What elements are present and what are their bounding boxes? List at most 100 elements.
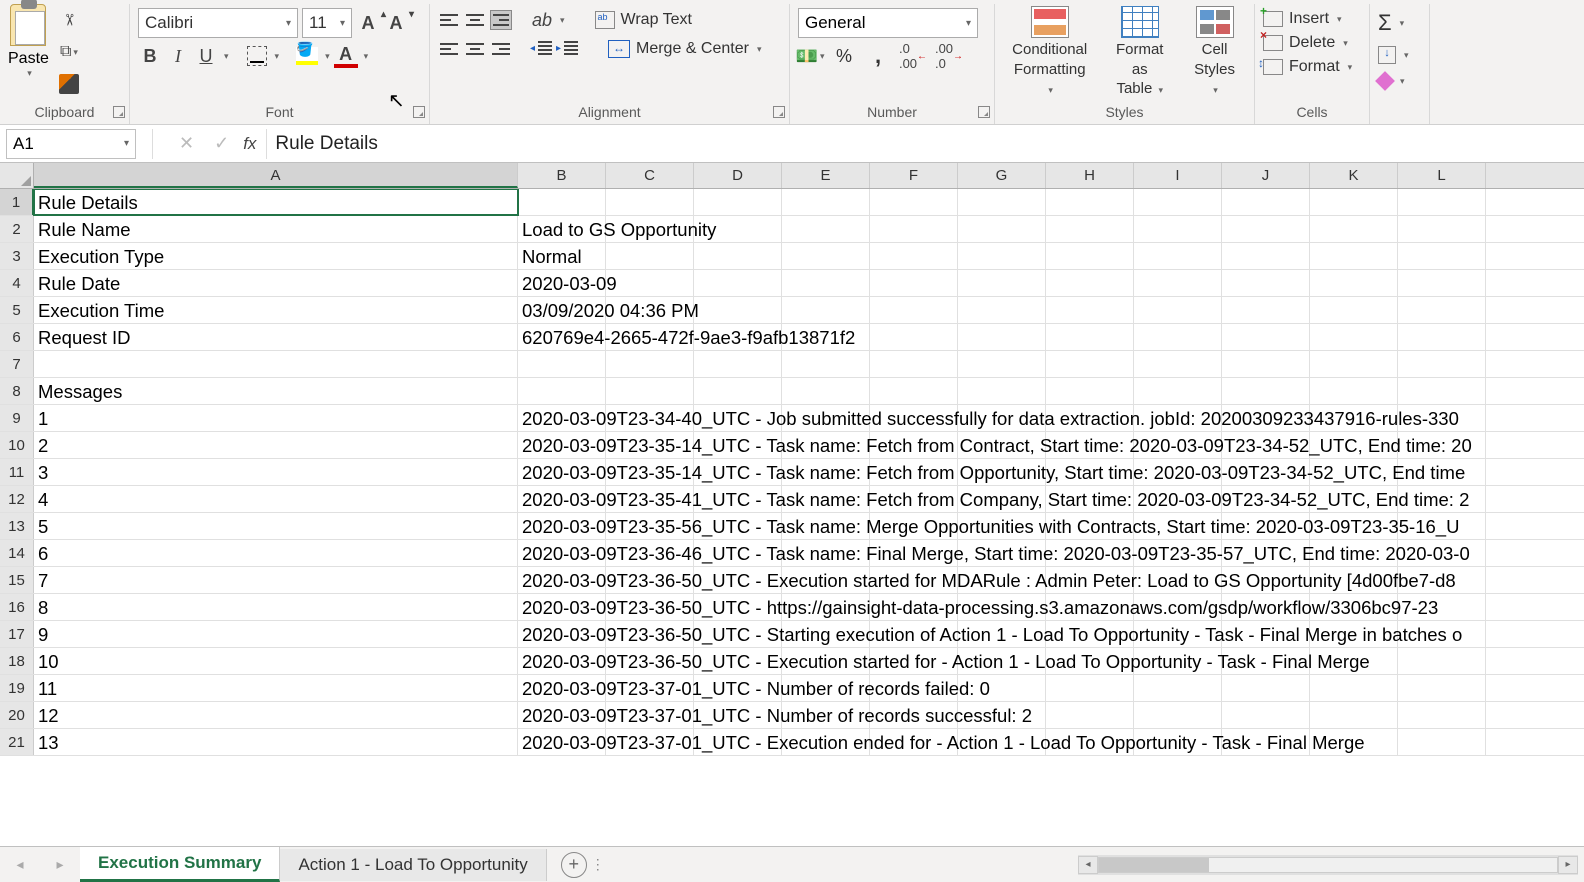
cell-F3[interactable] <box>870 243 958 269</box>
row-header-12[interactable]: 12 <box>0 486 34 512</box>
cell-J3[interactable] <box>1222 243 1310 269</box>
cell-C3[interactable] <box>606 243 694 269</box>
cell-I4[interactable] <box>1134 270 1222 296</box>
sheet-tab-active[interactable]: Execution Summary <box>80 847 280 882</box>
cell-B3[interactable]: Normal <box>518 243 606 269</box>
decrease-font-button[interactable]: A <box>384 11 408 35</box>
delete-cells-button[interactable]: Delete ▾ <box>1263 32 1361 54</box>
row-header-21[interactable]: 21 <box>0 729 34 755</box>
cell-F6[interactable] <box>870 324 958 350</box>
cell-J5[interactable] <box>1222 297 1310 323</box>
cut-button[interactable]: ✂ <box>57 8 81 32</box>
cell-A6[interactable]: Request ID <box>34 324 518 350</box>
align-left-button[interactable] <box>438 39 460 59</box>
cell-B16[interactable]: 2020-03-09T23-36-50_UTC - https://gainsi… <box>518 594 606 620</box>
cell-I20[interactable] <box>1134 702 1222 728</box>
align-bottom-button[interactable] <box>490 10 512 30</box>
cell-G4[interactable] <box>958 270 1046 296</box>
chevron-down-icon[interactable]: ▾ <box>325 51 330 62</box>
cell-A18[interactable]: 10 <box>34 648 518 674</box>
align-center-button[interactable] <box>464 39 486 59</box>
fx-button[interactable]: fx <box>243 134 256 154</box>
column-header-B[interactable]: B <box>518 163 606 188</box>
chevron-down-icon[interactable]: ▾ <box>364 51 369 62</box>
merge-center-button[interactable]: Merge & Center ▾ <box>602 38 767 60</box>
column-header-D[interactable]: D <box>694 163 782 188</box>
row-header-2[interactable]: 2 <box>0 216 34 242</box>
cell-J20[interactable] <box>1222 702 1310 728</box>
cell-K7[interactable] <box>1310 351 1398 377</box>
select-all-corner[interactable] <box>0 163 34 188</box>
cell-B6[interactable]: 620769e4-2665-472f-9ae3-f9afb13871f2 <box>518 324 606 350</box>
cell-I1[interactable] <box>1134 189 1222 215</box>
column-header-A[interactable]: A <box>34 163 518 188</box>
increase-indent-button[interactable] <box>556 39 578 59</box>
column-header-K[interactable]: K <box>1310 163 1398 188</box>
font-name-select[interactable]: Calibri ▾ <box>138 8 298 38</box>
column-header-G[interactable]: G <box>958 163 1046 188</box>
cell-E1[interactable] <box>782 189 870 215</box>
cell-I5[interactable] <box>1134 297 1222 323</box>
row-header-17[interactable]: 17 <box>0 621 34 647</box>
cell-D1[interactable] <box>694 189 782 215</box>
cell-D7[interactable] <box>694 351 782 377</box>
bold-button[interactable]: B <box>138 44 162 68</box>
cell-J2[interactable] <box>1222 216 1310 242</box>
cell-E2[interactable] <box>782 216 870 242</box>
cell-E5[interactable] <box>782 297 870 323</box>
add-sheet-button[interactable]: + <box>561 852 587 878</box>
cell-A2[interactable]: Rule Name <box>34 216 518 242</box>
chevron-down-icon[interactable]: ▾ <box>224 51 229 62</box>
autosum-button[interactable]: Σ ▾ <box>1378 8 1421 38</box>
cell-E7[interactable] <box>782 351 870 377</box>
number-dialog-launcher[interactable] <box>978 106 990 118</box>
cell-C4[interactable] <box>606 270 694 296</box>
cell-L4[interactable] <box>1398 270 1486 296</box>
cell-A19[interactable]: 11 <box>34 675 518 701</box>
decrease-indent-button[interactable] <box>530 39 552 59</box>
fill-button[interactable]: ▾ <box>1378 44 1421 66</box>
cell-K3[interactable] <box>1310 243 1398 269</box>
italic-button[interactable]: I <box>166 44 190 68</box>
cell-J1[interactable] <box>1222 189 1310 215</box>
column-header-C[interactable]: C <box>606 163 694 188</box>
cell-D4[interactable] <box>694 270 782 296</box>
cell-F1[interactable] <box>870 189 958 215</box>
cell-B4[interactable]: 2020-03-09 <box>518 270 606 296</box>
cell-F4[interactable] <box>870 270 958 296</box>
cell-J8[interactable] <box>1222 378 1310 404</box>
row-header-18[interactable]: 18 <box>0 648 34 674</box>
cell-F8[interactable] <box>870 378 958 404</box>
row-header-19[interactable]: 19 <box>0 675 34 701</box>
cell-H19[interactable] <box>1046 675 1134 701</box>
cell-A12[interactable]: 4 <box>34 486 518 512</box>
fill-color-button[interactable] <box>295 44 319 68</box>
cancel-formula-button[interactable]: ✕ <box>179 133 194 154</box>
name-box[interactable]: A1 ▾ <box>6 129 136 159</box>
align-top-button[interactable] <box>438 10 460 30</box>
cell-K19[interactable] <box>1310 675 1398 701</box>
format-painter-button[interactable] <box>57 72 81 96</box>
row-header-15[interactable]: 15 <box>0 567 34 593</box>
cell-A1[interactable]: Rule Details <box>34 189 518 215</box>
sheet-tab-other[interactable]: Action 1 - Load To Opportunity <box>280 849 546 881</box>
tab-split-grip[interactable]: ⋮ <box>591 856 599 873</box>
row-header-11[interactable]: 11 <box>0 459 34 485</box>
cell-G8[interactable] <box>958 378 1046 404</box>
cell-B18[interactable]: 2020-03-09T23-36-50_UTC - Execution star… <box>518 648 606 674</box>
cell-L1[interactable] <box>1398 189 1486 215</box>
row-header-3[interactable]: 3 <box>0 243 34 269</box>
column-header-H[interactable]: H <box>1046 163 1134 188</box>
cell-H3[interactable] <box>1046 243 1134 269</box>
enter-formula-button[interactable]: ✓ <box>214 133 229 154</box>
cell-L20[interactable] <box>1398 702 1486 728</box>
copy-button[interactable]: ⧉▾ <box>57 40 81 64</box>
accounting-format-button[interactable]: 💵▾ <box>798 44 822 68</box>
cell-G1[interactable] <box>958 189 1046 215</box>
cell-styles-button[interactable]: Cell Styles ▾ <box>1183 6 1246 99</box>
cell-F2[interactable] <box>870 216 958 242</box>
cell-B21[interactable]: 2020-03-09T23-37-01_UTC - Execution ende… <box>518 729 606 755</box>
clipboard-dialog-launcher[interactable] <box>113 106 125 118</box>
scroll-track[interactable] <box>1098 857 1558 873</box>
cell-L7[interactable] <box>1398 351 1486 377</box>
